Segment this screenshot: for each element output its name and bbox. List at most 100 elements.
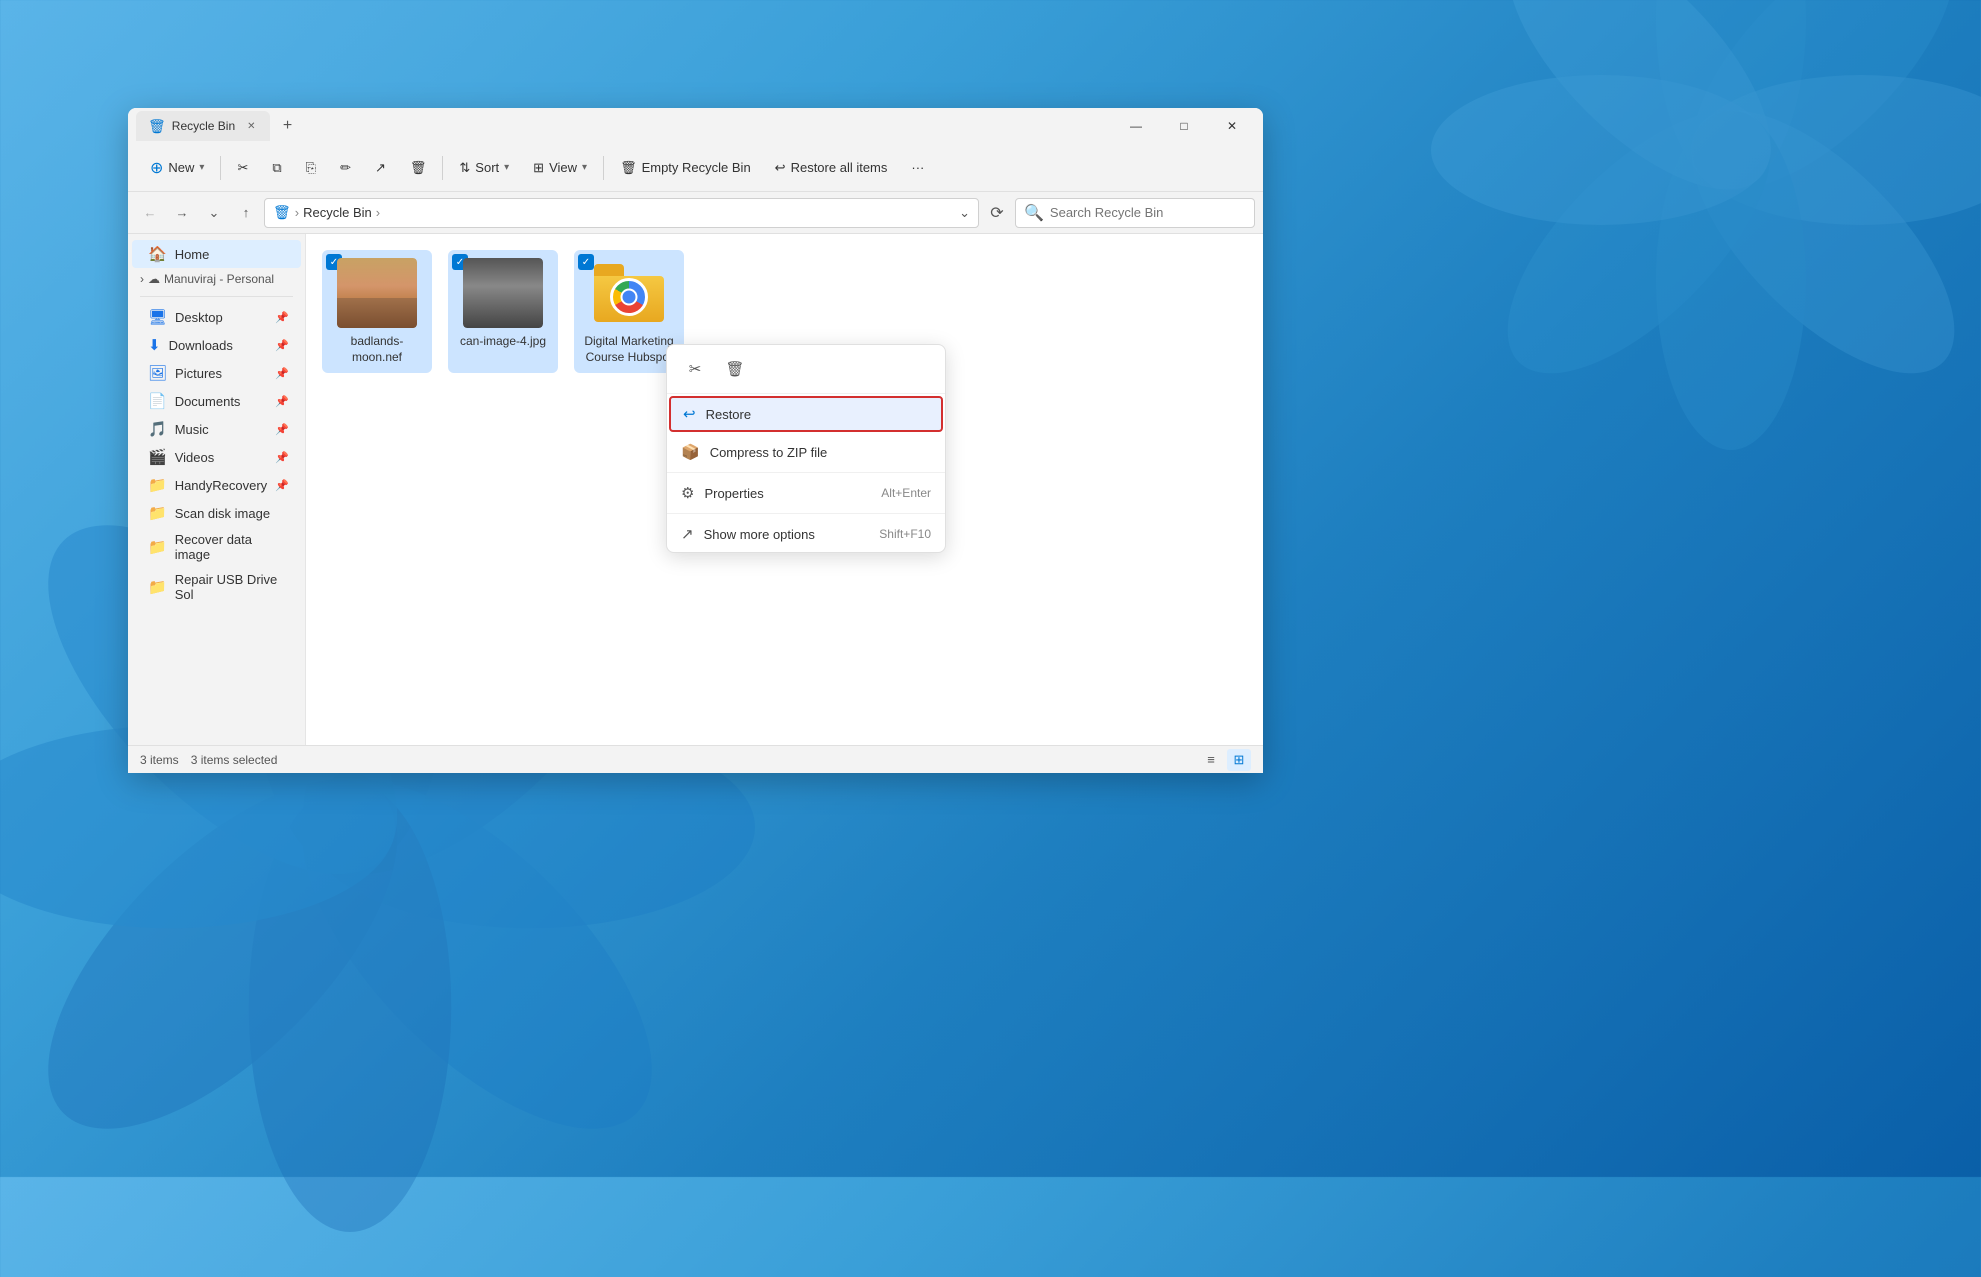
pin-icon-4: 📌 (275, 395, 289, 408)
more-options-icon: ··· (911, 160, 924, 175)
toolbar-separator-1 (220, 156, 221, 180)
selected-count: 3 items selected (191, 753, 278, 767)
sidebar-item-handyrecovery[interactable]: 📁 HandyRecovery 📌 (132, 471, 301, 499)
file-thumbnail-can-image (463, 258, 543, 328)
sidebar-downloads-label: Downloads (169, 338, 233, 353)
file-thumbnail-folder (589, 258, 669, 328)
tab-close-button[interactable]: ✕ (245, 119, 257, 134)
sidebar-pictures-label: Pictures (175, 366, 222, 381)
desktop-icon: 🖥 (148, 308, 167, 326)
address-path[interactable]: 🗑 › Recycle Bin › ⌄ (264, 198, 979, 228)
sidebar-divider-1 (140, 296, 293, 297)
sidebar-item-music[interactable]: 🎵 Music 📌 (132, 415, 301, 443)
sidebar-videos-label: Videos (175, 450, 215, 465)
sidebar-item-downloads[interactable]: ⬇ Downloads 📌 (132, 331, 301, 359)
folder-icon-1: 📁 (148, 476, 167, 494)
forward-button[interactable]: → (168, 199, 196, 227)
rename-button[interactable]: ✏ (330, 155, 361, 181)
sidebar-item-documents[interactable]: 📄 Documents 📌 (132, 387, 301, 415)
list-view-icon: ≡ (1207, 752, 1215, 767)
address-bar: ← → ⌄ ↑ 🗑 › Recycle Bin › ⌄ ⟳ 🔍 (128, 192, 1263, 234)
cut-button[interactable]: ✂ (227, 155, 258, 181)
more-options-shortcut: Shift+F10 (879, 527, 931, 541)
context-more-options-item[interactable]: ↗ Show more options Shift+F10 (667, 516, 945, 552)
new-button[interactable]: ⊕ New ▾ (140, 153, 214, 183)
restore-all-button[interactable]: ↩ Restore all items (765, 155, 898, 181)
compress-icon: 📦 (681, 443, 700, 461)
refresh-button[interactable]: ⟳ (983, 199, 1011, 227)
rename-icon: ✏ (340, 160, 351, 176)
restore-all-icon: ↩ (775, 160, 786, 176)
more-options-button[interactable]: ··· (901, 155, 934, 180)
title-bar: 🗑 Recycle Bin ✕ + — □ ✕ (128, 108, 1263, 144)
empty-bin-button[interactable]: 🗑 Empty Recycle Bin (610, 155, 761, 181)
toolbar-separator-3 (603, 156, 604, 180)
context-delete-button[interactable]: 🗑 (719, 353, 751, 385)
downloads-icon: ⬇ (148, 336, 161, 354)
sidebar-cloud-section[interactable]: › ☁ Manuviraj - Personal (128, 268, 305, 290)
sidebar-item-recover-data[interactable]: 📁 Recover data image (132, 527, 301, 567)
search-box: 🔍 (1015, 198, 1255, 228)
pin-icon-2: 📌 (275, 339, 289, 352)
context-menu: ✂ 🗑 ↩ Restore 📦 Compress to ZIP file ⚙ (666, 344, 946, 553)
sidebar-recover-data-label: Recover data image (175, 532, 289, 562)
up-button[interactable]: ↑ (232, 199, 260, 227)
grid-view-icon: ⊞ (1234, 752, 1245, 768)
list-view-button[interactable]: ≡ (1199, 749, 1223, 771)
main-area: 🏠 Home › ☁ Manuviraj - Personal 🖥 Deskto… (128, 234, 1263, 745)
file-checkbox-3[interactable]: ✓ (578, 254, 594, 270)
empty-bin-icon: 🗑 (620, 160, 637, 176)
sort-button[interactable]: ⇅ Sort ▾ (449, 155, 519, 181)
new-icon: ⊕ (150, 158, 163, 178)
close-button[interactable]: ✕ (1209, 111, 1255, 141)
sidebar-item-home[interactable]: 🏠 Home (132, 240, 301, 268)
videos-icon: 🎬 (148, 448, 167, 466)
context-menu-divider-1 (667, 472, 945, 473)
cloud-label: Manuviraj - Personal (164, 272, 274, 286)
pin-icon-3: 📌 (275, 367, 289, 380)
properties-shortcut: Alt+Enter (881, 486, 931, 500)
cut-icon: ✂ (237, 160, 248, 176)
recent-button[interactable]: ⌄ (200, 199, 228, 227)
context-menu-header: ✂ 🗑 (667, 345, 945, 394)
sidebar-handyrecovery-label: HandyRecovery (175, 478, 268, 493)
sidebar-item-pictures[interactable]: 🖼 Pictures 📌 (132, 359, 301, 387)
cloud-icon: ☁ (148, 272, 160, 286)
view-controls: ≡ ⊞ (1199, 749, 1251, 771)
search-input[interactable] (1050, 205, 1246, 220)
context-restore-item[interactable]: ↩ Restore (669, 396, 943, 432)
new-tab-button[interactable]: + (274, 112, 302, 140)
delete-icon: 🗑 (410, 160, 427, 176)
file-item-can-image[interactable]: ✓ can-image-4.jpg (448, 250, 558, 373)
tab-recycle-bin[interactable]: 🗑 Recycle Bin ✕ (136, 111, 270, 141)
share-button[interactable]: ↗ (365, 155, 396, 181)
sidebar-item-scan-disk[interactable]: 📁 Scan disk image (132, 499, 301, 527)
sidebar-item-desktop[interactable]: 🖥 Desktop 📌 (132, 303, 301, 331)
copy-button[interactable]: ⧉ (262, 155, 291, 181)
maximize-button[interactable]: □ (1161, 111, 1207, 141)
toolbar-separator-2 (442, 156, 443, 180)
grid-view-button[interactable]: ⊞ (1227, 749, 1251, 771)
file-name-can-image: can-image-4.jpg (460, 334, 546, 350)
back-button[interactable]: ← (136, 199, 164, 227)
pin-icon-7: 📌 (275, 479, 289, 492)
view-button[interactable]: ⊞ View ▾ (523, 155, 597, 181)
sidebar-repair-usb-label: Repair USB Drive Sol (175, 572, 289, 602)
delete-button[interactable]: 🗑 (400, 155, 437, 181)
paste-button[interactable]: ⎘ (296, 155, 326, 181)
file-area[interactable]: ✓ badlands-moon.nef ✓ can-image-4.jpg ✓ (306, 234, 1263, 745)
sidebar-item-videos[interactable]: 🎬 Videos 📌 (132, 443, 301, 471)
context-properties-item[interactable]: ⚙ Properties Alt+Enter (667, 475, 945, 511)
context-compress-item[interactable]: 📦 Compress to ZIP file (667, 434, 945, 470)
sidebar-scan-disk-label: Scan disk image (175, 506, 270, 521)
pictures-icon: 🖼 (148, 364, 167, 382)
sidebar-item-repair-usb[interactable]: 📁 Repair USB Drive Sol (132, 567, 301, 607)
context-cut-button[interactable]: ✂ (679, 353, 711, 385)
file-item-badlands[interactable]: ✓ badlands-moon.nef (322, 250, 432, 373)
address-dropdown-icon[interactable]: ⌄ (959, 205, 970, 221)
minimize-button[interactable]: — (1113, 111, 1159, 141)
sort-icon: ⇅ (459, 160, 470, 176)
context-menu-divider-2 (667, 513, 945, 514)
folder-icon-2: 📁 (148, 504, 167, 522)
folder-icon-4: 📁 (148, 578, 167, 596)
